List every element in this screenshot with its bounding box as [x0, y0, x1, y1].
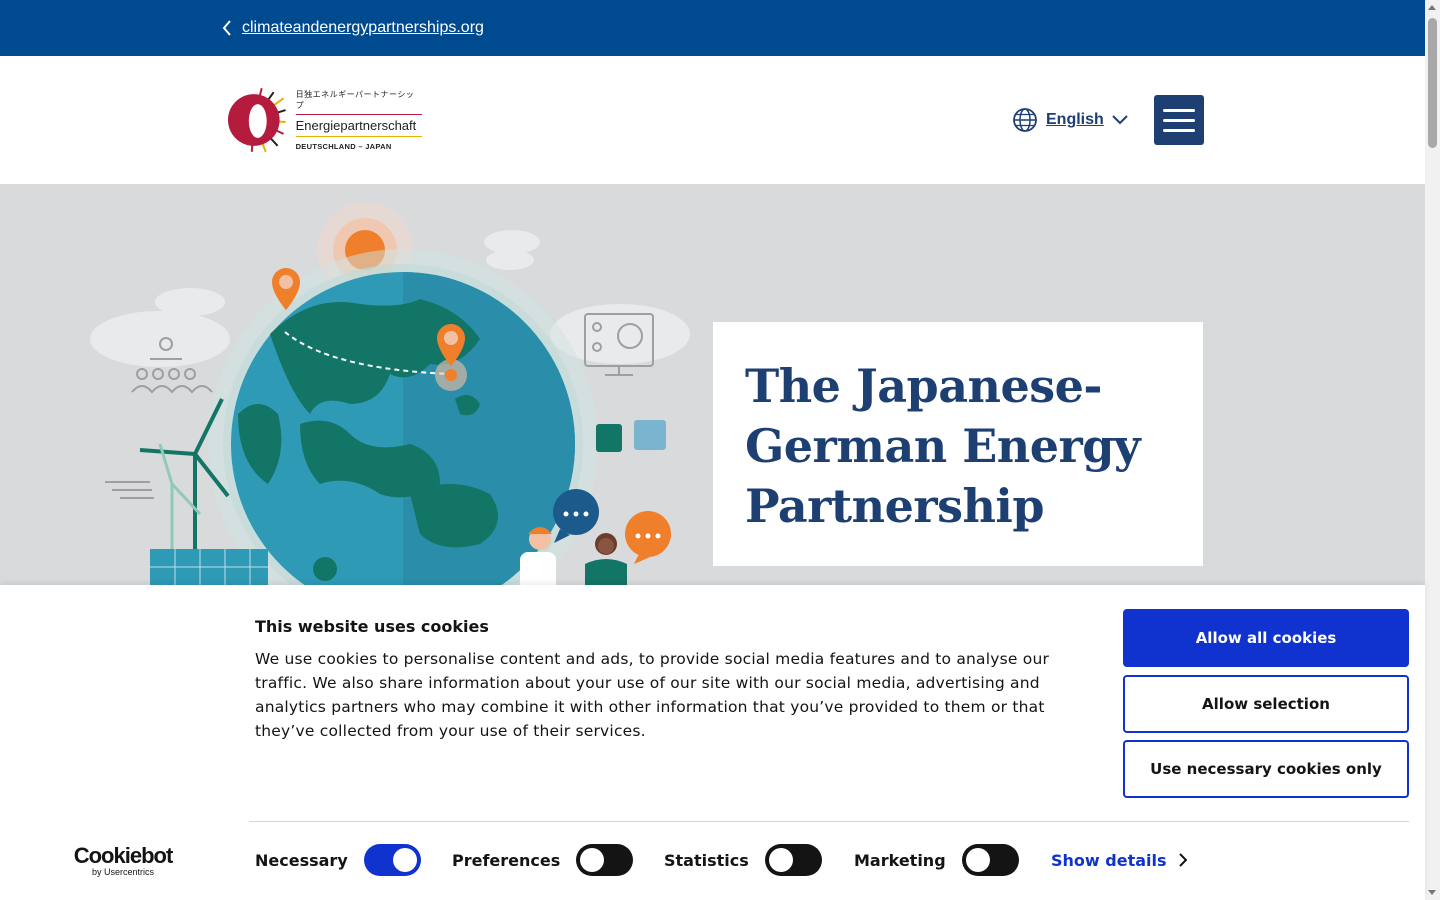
logo-mark-icon — [227, 88, 286, 152]
top-bar: climateandenergypartnerships.org — [0, 0, 1425, 56]
show-details-label[interactable]: Show details — [1051, 851, 1167, 870]
hero-title-box: The Japanese-German Energy Partnership — [713, 322, 1203, 566]
toggle-preferences: Preferences — [452, 844, 634, 876]
switch-knob — [768, 848, 793, 872]
preferences-switch[interactable] — [576, 844, 634, 876]
site-header: 日独エネルギーパートナーシップ Energiepartnerschaft DEU… — [0, 56, 1425, 184]
toggle-preferences-label: Preferences — [452, 850, 561, 870]
switch-knob — [392, 848, 417, 872]
hero-illustration — [90, 202, 690, 585]
logo-japanese-text: 日独エネルギーパートナーシップ — [295, 89, 422, 115]
toggle-statistics-label: Statistics — [664, 850, 749, 870]
chevron-left-icon — [222, 20, 231, 36]
language-label[interactable]: English — [1046, 111, 1104, 129]
logo-subtitle: DEUTSCHLAND – JAPAN — [295, 142, 392, 151]
allow-all-cookies-button[interactable]: Allow all cookies — [1123, 609, 1409, 667]
hamburger-menu-icon[interactable] — [1154, 95, 1204, 145]
allow-selection-button[interactable]: Allow selection — [1123, 675, 1409, 733]
language-selector[interactable]: English — [1012, 106, 1128, 134]
back-link-label[interactable]: climateandenergypartnerships.org — [242, 19, 484, 37]
cookiebot-name: Cookiebot — [73, 843, 174, 868]
scroll-down-arrow-icon[interactable] — [1428, 890, 1436, 895]
logo-name: Energiepartnerschaft — [295, 115, 422, 137]
scroll-up-arrow-icon[interactable] — [1428, 5, 1436, 10]
cookie-heading: This website uses cookies — [255, 617, 489, 636]
site-logo[interactable]: 日独エネルギーパートナーシップ Energiepartnerschaft DEU… — [222, 88, 422, 152]
chevron-right-icon — [1178, 853, 1187, 867]
cookiebot-byline: by Usercentrics — [91, 867, 154, 877]
necessary-cookies-only-button[interactable]: Use necessary cookies only — [1123, 740, 1409, 798]
show-details-link[interactable]: Show details — [1051, 847, 1187, 873]
toggle-necessary-label: Necessary — [255, 850, 348, 870]
marketing-switch[interactable] — [961, 844, 1019, 876]
menu-line — [1163, 128, 1195, 132]
globe-icon — [1013, 108, 1037, 132]
cookiebot-logo[interactable]: Cookiebot by Usercentrics — [70, 843, 176, 878]
hero-section: The Japanese-German Energy Partnership — [0, 184, 1425, 585]
statistics-switch[interactable] — [764, 844, 822, 876]
menu-line — [1163, 108, 1195, 112]
page-title: The Japanese-German Energy Partnership — [745, 359, 1141, 533]
toggle-necessary: Necessary — [255, 844, 421, 876]
switch-knob — [580, 848, 605, 872]
chevron-down-icon — [1112, 115, 1128, 125]
page-scrollbar[interactable] — [1425, 0, 1440, 900]
cookie-divider — [249, 821, 1409, 822]
toggle-marketing-label: Marketing — [854, 850, 946, 870]
toggle-marketing: Marketing — [854, 844, 1019, 876]
scrollbar-thumb[interactable] — [1428, 18, 1437, 148]
back-link[interactable]: climateandenergypartnerships.org — [222, 14, 484, 42]
toggle-statistics: Statistics — [664, 844, 822, 876]
switch-knob — [965, 848, 990, 872]
cookie-banner: This website uses cookies We use cookies… — [0, 585, 1425, 900]
necessary-switch[interactable] — [363, 844, 421, 876]
cookie-description: We use cookies to personalise content an… — [255, 650, 1050, 740]
menu-line — [1163, 118, 1195, 122]
